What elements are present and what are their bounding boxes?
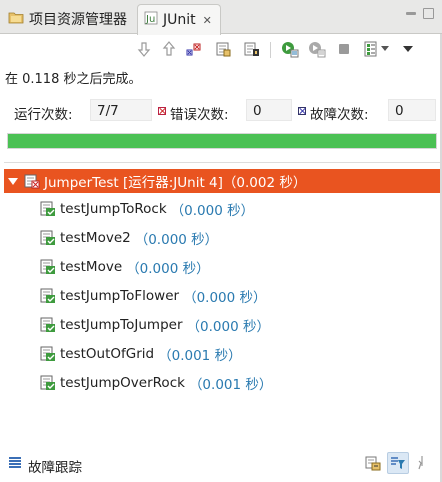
- rerun-failed-first-icon[interactable]: [307, 39, 327, 59]
- folder-icon: [8, 10, 24, 28]
- runs-label: 运行次数:: [14, 107, 73, 123]
- counter-panel: 运行次数: 7/7 错误次数: 0 故障次数: 0: [0, 96, 442, 126]
- test-name: testJumpToJumper: [60, 317, 183, 333]
- test-time: （0.000 秒）: [126, 261, 210, 277]
- test-item[interactable]: testJumpToJumper （0.000 秒）: [40, 314, 270, 336]
- failures-label: 故障次数:: [310, 107, 369, 123]
- failure-trace-label: 故障跟踪: [28, 460, 82, 476]
- pin-icon[interactable]: [414, 452, 432, 474]
- error-icon: [158, 107, 166, 115]
- tree-root-row[interactable]: JumperTest [运行器:JUnit 4]（0.002 秒）: [4, 169, 440, 193]
- next-failure-icon[interactable]: [134, 39, 154, 59]
- show-skipped-icon[interactable]: [242, 39, 262, 59]
- show-failures-only-icon[interactable]: [184, 39, 204, 59]
- view-tab-bar: 项目资源管理器 Ju JUnit ✕: [0, 0, 442, 35]
- test-suite-error-icon: [24, 173, 40, 189]
- errors-label: 错误次数:: [170, 107, 229, 123]
- close-icon[interactable]: ✕: [203, 14, 212, 27]
- test-name: testMove: [60, 259, 123, 275]
- test-name: testJumpToFlower: [60, 288, 180, 304]
- test-time: （0.000 秒）: [186, 319, 270, 335]
- filter-stack-trace-icon[interactable]: [387, 452, 409, 474]
- test-item[interactable]: testJumpToFlower （0.000 秒）: [40, 285, 267, 307]
- test-item[interactable]: testJumpOverRock （0.001 秒）: [40, 372, 272, 394]
- tab-project-label: 项目资源管理器: [29, 12, 127, 28]
- test-passed-icon: [40, 288, 56, 304]
- tree-root-label: JumperTest [运行器:JUnit 4]（0.002 秒）: [44, 175, 307, 191]
- test-passed-icon: [40, 346, 56, 362]
- test-passed-icon: [40, 201, 56, 217]
- svg-text:Ju: Ju: [145, 14, 155, 25]
- test-time: （0.000 秒）: [170, 203, 255, 219]
- test-item[interactable]: testMove2 （0.000 秒）: [40, 227, 218, 249]
- maximize-icon[interactable]: [423, 8, 434, 19]
- test-item[interactable]: testMove （0.000 秒）: [40, 256, 210, 278]
- view-menu-icon[interactable]: [398, 39, 418, 59]
- history-dropdown-icon[interactable]: [378, 39, 392, 59]
- test-name: testMove2: [60, 230, 131, 246]
- rerun-icon[interactable]: [280, 39, 300, 59]
- tab-junit[interactable]: Ju JUnit ✕: [137, 4, 221, 35]
- junit-icon: Ju: [144, 11, 158, 29]
- test-passed-icon: [40, 317, 56, 333]
- errors-value: 0: [246, 99, 292, 121]
- test-passed-icon: [40, 230, 56, 246]
- test-name: testJumpOverRock: [60, 375, 185, 391]
- test-name: testOutOfGrid: [60, 346, 155, 362]
- progress-fill: [8, 134, 436, 148]
- tab-project-explorer[interactable]: 项目资源管理器: [2, 4, 134, 34]
- runs-value: 7/7: [90, 99, 152, 121]
- test-passed-icon: [40, 375, 56, 391]
- test-passed-icon: [40, 259, 56, 275]
- compare-result-icon[interactable]: [362, 452, 384, 474]
- failure-trace-bar: 故障跟踪: [0, 448, 442, 478]
- stack-trace-icon: [8, 456, 22, 470]
- junit-toolbar: [0, 34, 442, 64]
- scroll-lock-icon[interactable]: [213, 39, 233, 59]
- stop-icon[interactable]: [334, 39, 354, 59]
- test-time: （0.000 秒）: [183, 290, 267, 306]
- previous-failure-icon[interactable]: [159, 39, 179, 59]
- test-tree[interactable]: JumperTest [运行器:JUnit 4]（0.002 秒） testJu…: [4, 162, 440, 432]
- test-time: （0.000 秒）: [134, 232, 219, 248]
- test-item[interactable]: testJumpToRock （0.000 秒）: [40, 198, 254, 220]
- test-item[interactable]: testOutOfGrid （0.001 秒）: [40, 343, 242, 365]
- test-time: （0.001 秒）: [188, 377, 273, 393]
- tab-junit-label: JUnit: [163, 12, 196, 28]
- test-name: testJumpToRock: [60, 201, 167, 217]
- test-time: （0.001 秒）: [158, 348, 242, 364]
- minimize-icon[interactable]: [406, 12, 416, 15]
- failure-icon: [298, 107, 306, 115]
- status-message: 在 0.118 秒之后完成。: [5, 72, 142, 87]
- progress-bar: [7, 133, 437, 149]
- failures-value: 0: [388, 99, 436, 121]
- expand-arrow-icon[interactable]: [8, 177, 18, 185]
